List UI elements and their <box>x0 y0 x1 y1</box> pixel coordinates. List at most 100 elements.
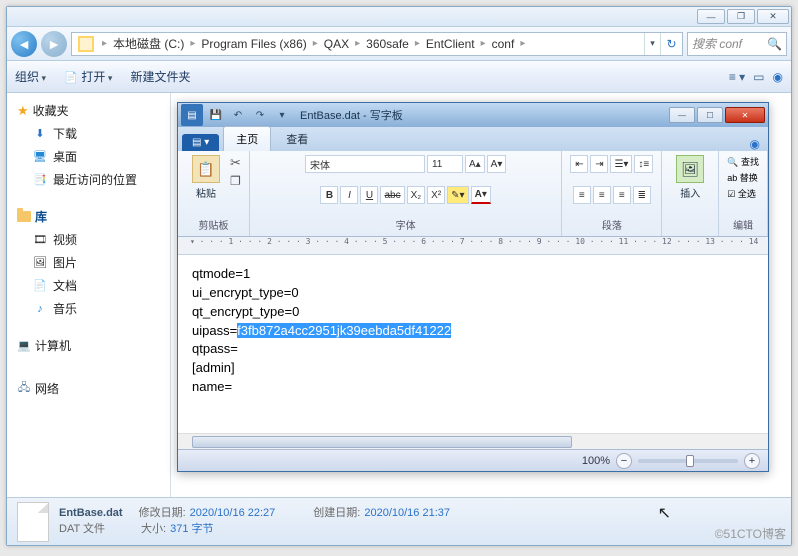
redo-button[interactable]: ↷ <box>250 106 270 124</box>
paste-icon: 📋 <box>192 155 220 183</box>
undo-button[interactable]: ↶ <box>228 106 248 124</box>
line-spacing-button[interactable]: ↕≡ <box>634 155 653 173</box>
subscript-button[interactable]: X₂ <box>407 186 426 204</box>
align-right-button[interactable]: ≡ <box>613 186 631 204</box>
maximize-button[interactable]: ❐ <box>727 9 755 24</box>
sidebar-item-computer[interactable]: 💻计算机 <box>11 334 166 357</box>
decrease-indent-button[interactable]: ⇤ <box>570 155 588 173</box>
search-icon: 🔍 <box>767 37 782 51</box>
sidebar-item-downloads[interactable]: ⬇下载 <box>11 122 166 145</box>
scrollbar-thumb[interactable] <box>192 436 572 448</box>
forward-button[interactable]: ► <box>41 31 67 57</box>
superscript-button[interactable]: X² <box>427 186 445 204</box>
preview-pane-button[interactable]: ▭ <box>753 70 764 84</box>
chevron-right-icon: ▸ <box>351 38 364 49</box>
status-size-label: 大小: <box>141 522 166 537</box>
file-thumbnail <box>17 502 49 542</box>
breadcrumb-segment[interactable]: EntClient <box>424 37 477 51</box>
underline-button[interactable]: U <box>360 186 378 204</box>
open-menu[interactable]: 📄 打开 <box>64 68 112 85</box>
wordpad-minimize-button[interactable]: — <box>669 107 695 123</box>
align-center-button[interactable]: ≡ <box>593 186 611 204</box>
sidebar-item-documents[interactable]: 📄文档 <box>11 274 166 297</box>
justify-button[interactable]: ≣ <box>633 186 651 204</box>
breadcrumb-segment[interactable]: Program Files (x86) <box>199 37 308 51</box>
view-options-button[interactable]: ≡ ▾ <box>729 70 745 84</box>
sidebar-libraries-header[interactable]: 库 <box>11 205 166 228</box>
increase-indent-button[interactable]: ⇥ <box>590 155 608 173</box>
sidebar-item-pictures[interactable]: 🖼图片 <box>11 251 166 274</box>
minimize-button[interactable]: — <box>697 9 725 24</box>
ribbon-help-button[interactable]: ◉ <box>742 137 768 151</box>
sidebar-item-desktop[interactable]: 🖥桌面 <box>11 145 166 168</box>
sidebar-item-music[interactable]: ♪音乐 <box>11 297 166 320</box>
status-cdate: 2020/10/16 21:37 <box>364 506 450 521</box>
chevron-right-icon: ▸ <box>186 38 199 49</box>
horizontal-scrollbar[interactable] <box>178 433 768 449</box>
zoom-in-button[interactable]: + <box>744 453 760 469</box>
sidebar-favorites-header[interactable]: ★收藏夹 <box>11 99 166 122</box>
highlight-button[interactable]: ✎▾ <box>447 186 468 204</box>
picture-icon: 🖼 <box>676 155 704 183</box>
ribbon-font-label: 字体 <box>396 217 416 232</box>
insert-button[interactable]: 🖼插入 <box>670 155 710 200</box>
wordpad-close-button[interactable]: ✕ <box>725 107 765 123</box>
select-all-button[interactable]: ☑ 全选 <box>727 187 756 200</box>
explorer-navbar: ◄ ► ▸ 本地磁盘 (C:)▸ Program Files (x86)▸ QA… <box>7 27 791 61</box>
breadcrumb-segment[interactable]: 本地磁盘 (C:) <box>111 35 186 52</box>
ribbon-editing-group: 🔍 查找 ab 替换 ☑ 全选 编辑 <box>719 151 768 236</box>
help-button[interactable]: ◉ <box>773 70 783 84</box>
doc-line: uipass=f3fb872a4cc2951jk39eebda5df41222 <box>192 322 754 341</box>
breadcrumb-segment[interactable]: conf <box>490 37 517 51</box>
address-bar[interactable]: ▸ 本地磁盘 (C:)▸ Program Files (x86)▸ QAX▸ 3… <box>71 32 683 56</box>
organize-menu[interactable]: 组织 <box>15 68 46 85</box>
search-input[interactable]: 搜索 conf 🔍 <box>687 32 787 56</box>
new-folder-button[interactable]: 新建文件夹 <box>130 68 190 85</box>
zoom-slider-thumb[interactable] <box>686 455 694 467</box>
chevron-right-icon: ▸ <box>477 38 490 49</box>
ribbon-paragraph-group: ⇤ ⇥ ☰▾ ↕≡ ≡ ≡ ≡ ≣ 段落 <box>562 151 662 236</box>
zoom-out-button[interactable]: − <box>616 453 632 469</box>
sidebar-item-videos[interactable]: 🎞视频 <box>11 228 166 251</box>
shrink-font-button[interactable]: A▾ <box>487 155 507 173</box>
wordpad-window: ▤ 💾 ↶ ↷ ▾ EntBase.dat - 写字板 — ☐ ✕ ▤ ▾ 主页… <box>177 102 769 472</box>
strike-button[interactable]: abc <box>380 186 404 204</box>
document-area[interactable]: qtmode=1 ui_encrypt_type=0 qt_encrypt_ty… <box>178 255 768 433</box>
sidebar-item-network[interactable]: 🖧网络 <box>11 377 166 400</box>
copy-button[interactable]: ❐ <box>230 174 241 188</box>
bullets-button[interactable]: ☰▾ <box>610 155 632 173</box>
grow-font-button[interactable]: A▴ <box>465 155 485 173</box>
close-button[interactable]: ✕ <box>757 9 789 24</box>
address-dropdown-button[interactable]: ▾ <box>644 33 660 55</box>
ribbon-insert-group: 🖼插入 <box>662 151 719 236</box>
recent-icon: 📑 <box>33 173 47 187</box>
back-button[interactable]: ◄ <box>11 31 37 57</box>
save-button[interactable]: 💾 <box>206 106 226 124</box>
desktop-icon: 🖥 <box>33 150 47 164</box>
ruler[interactable]: ▾ · · · 1 · · · 2 · · · 3 · · · 4 · · · … <box>178 237 768 255</box>
replace-button[interactable]: ab 替换 <box>727 171 758 184</box>
file-menu-button[interactable]: ▤ ▾ <box>182 134 219 151</box>
find-button[interactable]: 🔍 查找 <box>727 155 759 168</box>
wordpad-maximize-button[interactable]: ☐ <box>697 107 723 123</box>
ribbon-editing-label: 编辑 <box>733 217 753 232</box>
font-color-button[interactable]: A▾ <box>471 186 491 204</box>
zoom-slider[interactable] <box>638 459 738 463</box>
cut-button[interactable]: ✂ <box>230 155 241 171</box>
qat-customize-button[interactable]: ▾ <box>272 106 292 124</box>
breadcrumb-segment[interactable]: 360safe <box>364 37 411 51</box>
tab-home[interactable]: 主页 <box>223 126 271 151</box>
paste-button[interactable]: 📋粘贴 <box>186 155 226 200</box>
sidebar-item-recent[interactable]: 📑最近访问的位置 <box>11 168 166 191</box>
font-name-select[interactable]: 宋体 <box>305 155 425 173</box>
font-size-select[interactable]: 11 <box>427 155 463 173</box>
system-menu-button[interactable]: ▤ <box>181 104 203 126</box>
breadcrumb-segment[interactable]: QAX <box>322 37 351 51</box>
bold-button[interactable]: B <box>320 186 338 204</box>
italic-button[interactable]: I <box>340 186 358 204</box>
wordpad-statusbar: 100% − + <box>178 449 768 471</box>
align-left-button[interactable]: ≡ <box>573 186 591 204</box>
refresh-button[interactable]: ↻ <box>660 33 682 55</box>
tab-view[interactable]: 查看 <box>273 126 321 151</box>
explorer-sidebar: ★收藏夹 ⬇下载 🖥桌面 📑最近访问的位置 库 🎞视频 🖼图片 📄文档 ♪音乐 … <box>7 93 171 497</box>
